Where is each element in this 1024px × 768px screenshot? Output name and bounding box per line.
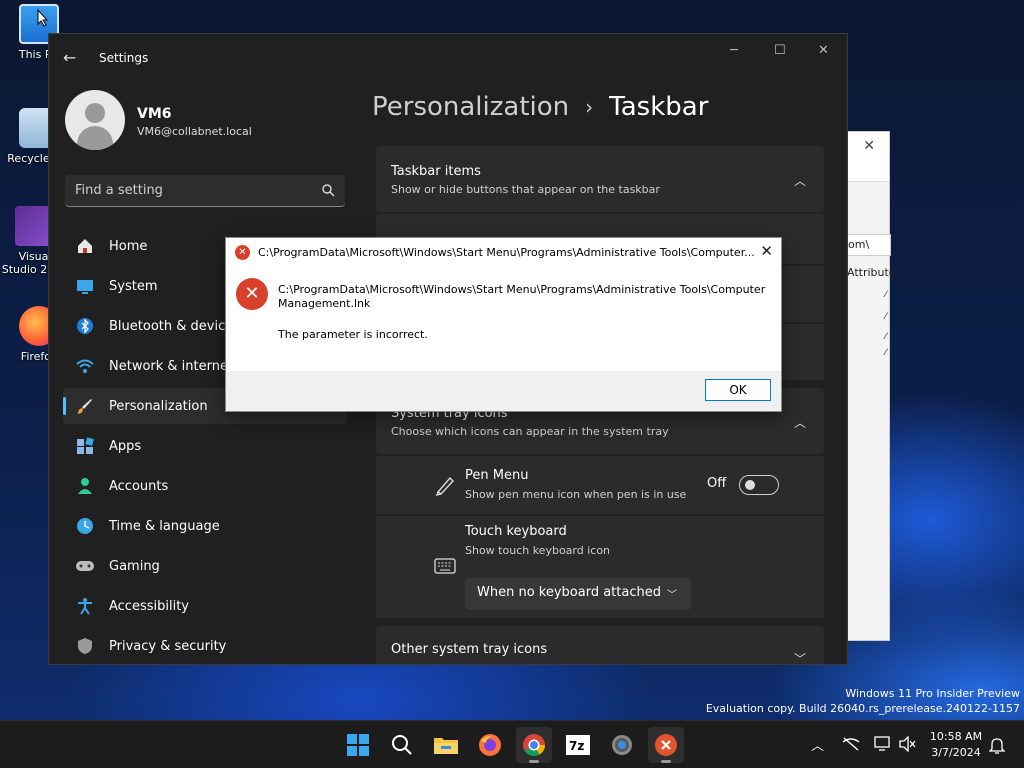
home-icon bbox=[75, 236, 95, 256]
avatar bbox=[65, 90, 125, 150]
gamepad-icon bbox=[75, 556, 95, 576]
window-title: Settings bbox=[99, 51, 149, 65]
firefox-icon bbox=[479, 734, 501, 756]
wifi-icon bbox=[75, 356, 95, 376]
minimize-icon[interactable]: ─ bbox=[730, 43, 738, 58]
dialog-title-bar: ✕ C:\ProgramData\Microsoft\Windows\Start… bbox=[226, 238, 781, 266]
network-offline-icon[interactable] bbox=[842, 737, 860, 751]
chevron-down-icon[interactable]: ﹀ bbox=[794, 650, 806, 664]
touch-keyboard-dropdown[interactable]: When no keyboard attached ﹀ bbox=[465, 578, 691, 610]
windows-logo-icon bbox=[347, 734, 369, 756]
taskbar: 7z ︿ 10:58 AM 3/7/2024 bbox=[0, 720, 1024, 768]
sidebar-item-privacy-security[interactable]: Privacy & security bbox=[63, 628, 347, 664]
row-marker: ⁄ bbox=[885, 348, 887, 358]
chrome-icon bbox=[523, 734, 545, 756]
ok-button[interactable]: OK bbox=[705, 379, 771, 401]
breadcrumb: Personalization › Taskbar bbox=[372, 92, 708, 122]
other-tray-icons-card[interactable]: Other system tray icons ﹀ bbox=[376, 626, 824, 664]
chevron-up-icon[interactable]: ︿ bbox=[794, 414, 806, 431]
bluetooth-icon bbox=[75, 316, 95, 336]
page-title: Taskbar bbox=[609, 92, 709, 122]
7zip-button[interactable]: 7z bbox=[560, 727, 596, 763]
touch-keyboard-row: Touch keyboard Show touch keyboard icon … bbox=[376, 516, 824, 618]
dialog-message: The parameter is incorrect. bbox=[278, 328, 428, 341]
user-email: VM6@collabnet.local bbox=[137, 125, 252, 138]
sidebar-item-apps[interactable]: Apps bbox=[63, 428, 347, 464]
7zip-icon: 7z bbox=[566, 735, 590, 755]
evaluation-watermark: Windows 11 Pro Insider Preview Evaluatio… bbox=[705, 687, 1020, 715]
error-icon bbox=[655, 734, 677, 756]
brush-icon bbox=[75, 396, 95, 416]
dialog-path: C:\ProgramData\Microsoft\Windows\Start M… bbox=[278, 283, 766, 310]
search-placeholder: Find a setting bbox=[75, 183, 163, 198]
notification-bell-icon[interactable] bbox=[989, 736, 1005, 754]
row-marker: ⁄ bbox=[885, 332, 887, 342]
keyboard-icon bbox=[434, 558, 456, 574]
breadcrumb-parent[interactable]: Personalization bbox=[372, 92, 569, 122]
search-icon bbox=[322, 184, 335, 197]
system-icon bbox=[75, 276, 95, 296]
row-marker: ⁄ bbox=[885, 290, 887, 300]
error-icon: ✕ bbox=[235, 244, 250, 260]
firefox-button[interactable] bbox=[472, 727, 508, 763]
shield-icon bbox=[75, 636, 95, 656]
sidebar-item-accounts[interactable]: Accounts bbox=[63, 468, 347, 504]
background-column-header: Attribute bbox=[847, 266, 896, 279]
maximize-icon[interactable]: ☐ bbox=[774, 43, 786, 58]
search-icon bbox=[392, 735, 412, 755]
apps-icon bbox=[75, 436, 95, 456]
toggle-state-label: Off bbox=[707, 476, 727, 491]
close-icon[interactable]: ✕ bbox=[760, 242, 773, 260]
mouse-cursor-icon bbox=[37, 9, 49, 27]
chrome-button[interactable] bbox=[516, 727, 552, 763]
back-arrow-icon[interactable]: ← bbox=[63, 48, 76, 67]
sidebar-item-accessibility[interactable]: Accessibility bbox=[63, 588, 347, 624]
settings-button[interactable] bbox=[604, 727, 640, 763]
pen-menu-toggle[interactable] bbox=[739, 475, 779, 495]
start-button[interactable] bbox=[340, 727, 376, 763]
close-icon[interactable]: ✕ bbox=[863, 138, 875, 154]
dialog-title: C:\ProgramData\Microsoft\Windows\Start M… bbox=[258, 245, 755, 259]
title-bar: ← Settings ─ ☐ ✕ bbox=[49, 34, 847, 82]
search-input[interactable]: Find a setting bbox=[65, 175, 345, 207]
file-explorer-button[interactable] bbox=[428, 727, 464, 763]
error-icon: ✕ bbox=[236, 278, 268, 310]
svg-text:7z: 7z bbox=[569, 739, 584, 753]
row-marker: ⁄ bbox=[885, 312, 887, 322]
taskbar-clock[interactable]: 10:58 AM 3/7/2024 bbox=[925, 729, 987, 761]
user-profile[interactable] bbox=[65, 90, 125, 150]
globe-clock-icon bbox=[75, 516, 95, 536]
sidebar-item-gaming[interactable]: Gaming bbox=[63, 548, 347, 584]
chevron-up-icon[interactable]: ︿ bbox=[794, 172, 806, 189]
pen-icon bbox=[435, 476, 454, 496]
background-combo[interactable]: om\ bbox=[841, 234, 891, 256]
sidebar-item-time-language[interactable]: Time & language bbox=[63, 508, 347, 544]
volume-muted-icon[interactable] bbox=[899, 736, 917, 752]
chevron-down-icon: ﹀ bbox=[667, 590, 677, 601]
gear-icon bbox=[612, 735, 632, 755]
search-button[interactable] bbox=[384, 727, 420, 763]
error-dialog[interactable]: ✕ C:\ProgramData\Microsoft\Windows\Start… bbox=[225, 237, 782, 412]
accessibility-icon bbox=[75, 596, 95, 616]
folder-icon bbox=[434, 738, 458, 754]
close-icon[interactable]: ✕ bbox=[818, 43, 829, 58]
person-icon bbox=[75, 476, 95, 496]
error-dialog-button[interactable] bbox=[648, 727, 684, 763]
dialog-footer: OK bbox=[226, 371, 781, 411]
chevron-up-icon[interactable]: ︿ bbox=[811, 735, 824, 754]
user-name: VM6 bbox=[137, 106, 172, 122]
chevron-right-icon: › bbox=[585, 95, 594, 119]
taskbar-items-card[interactable]: Taskbar items Show or hide buttons that … bbox=[376, 146, 824, 212]
pen-menu-row: Pen Menu Show pen menu icon when pen is … bbox=[376, 456, 824, 514]
display-icon[interactable] bbox=[874, 736, 892, 752]
